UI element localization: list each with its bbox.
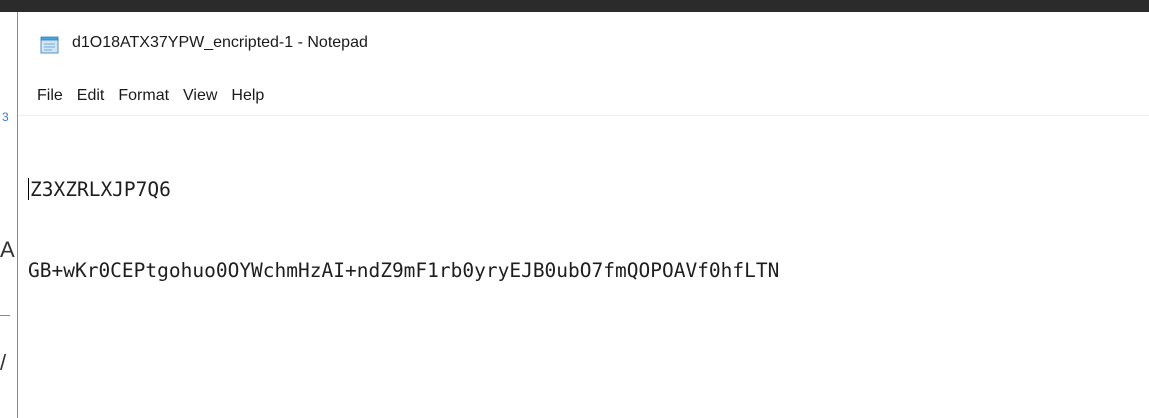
editor-line-1-text: Z3XZRLXJP7Q6 <box>30 178 171 201</box>
notepad-window: d1O18ATX37YPW_encripted-1 - Notepad File… <box>17 12 1149 418</box>
background-glyph-a: A <box>0 237 15 262</box>
menu-file[interactable]: File <box>31 84 71 108</box>
editor-line-1[interactable]: Z3XZRLXJP7Q6 <box>28 176 1149 203</box>
editor-line-2[interactable]: GB+wKr0CEPtgohuo0OYWchmHzAI+ndZ9mF1rb0yr… <box>28 257 1149 284</box>
menu-view[interactable]: View <box>177 84 225 108</box>
background-app-sliver: 3 A / <box>0 12 17 418</box>
title-bar[interactable]: d1O18ATX37YPW_encripted-1 - Notepad <box>18 12 1149 74</box>
menu-help[interactable]: Help <box>225 84 272 108</box>
window-title: d1O18ATX37YPW_encripted-1 - Notepad <box>72 34 368 51</box>
background-window-strip <box>0 0 1149 12</box>
menu-format[interactable]: Format <box>112 84 177 108</box>
text-caret <box>28 178 29 200</box>
text-editor[interactable]: Z3XZRLXJP7Q6 GB+wKr0CEPtgohuo0OYWchmHzAI… <box>18 115 1149 418</box>
background-divider <box>0 315 10 316</box>
notepad-icon <box>40 36 59 54</box>
background-glyph-slash: / <box>0 350 7 375</box>
menu-edit[interactable]: Edit <box>71 84 113 108</box>
background-number: 3 <box>2 110 9 124</box>
editor-line-2-text: GB+wKr0CEPtgohuo0OYWchmHzAI+ndZ9mF1rb0yr… <box>28 259 780 282</box>
menu-bar: File Edit Format View Help <box>18 80 1149 112</box>
